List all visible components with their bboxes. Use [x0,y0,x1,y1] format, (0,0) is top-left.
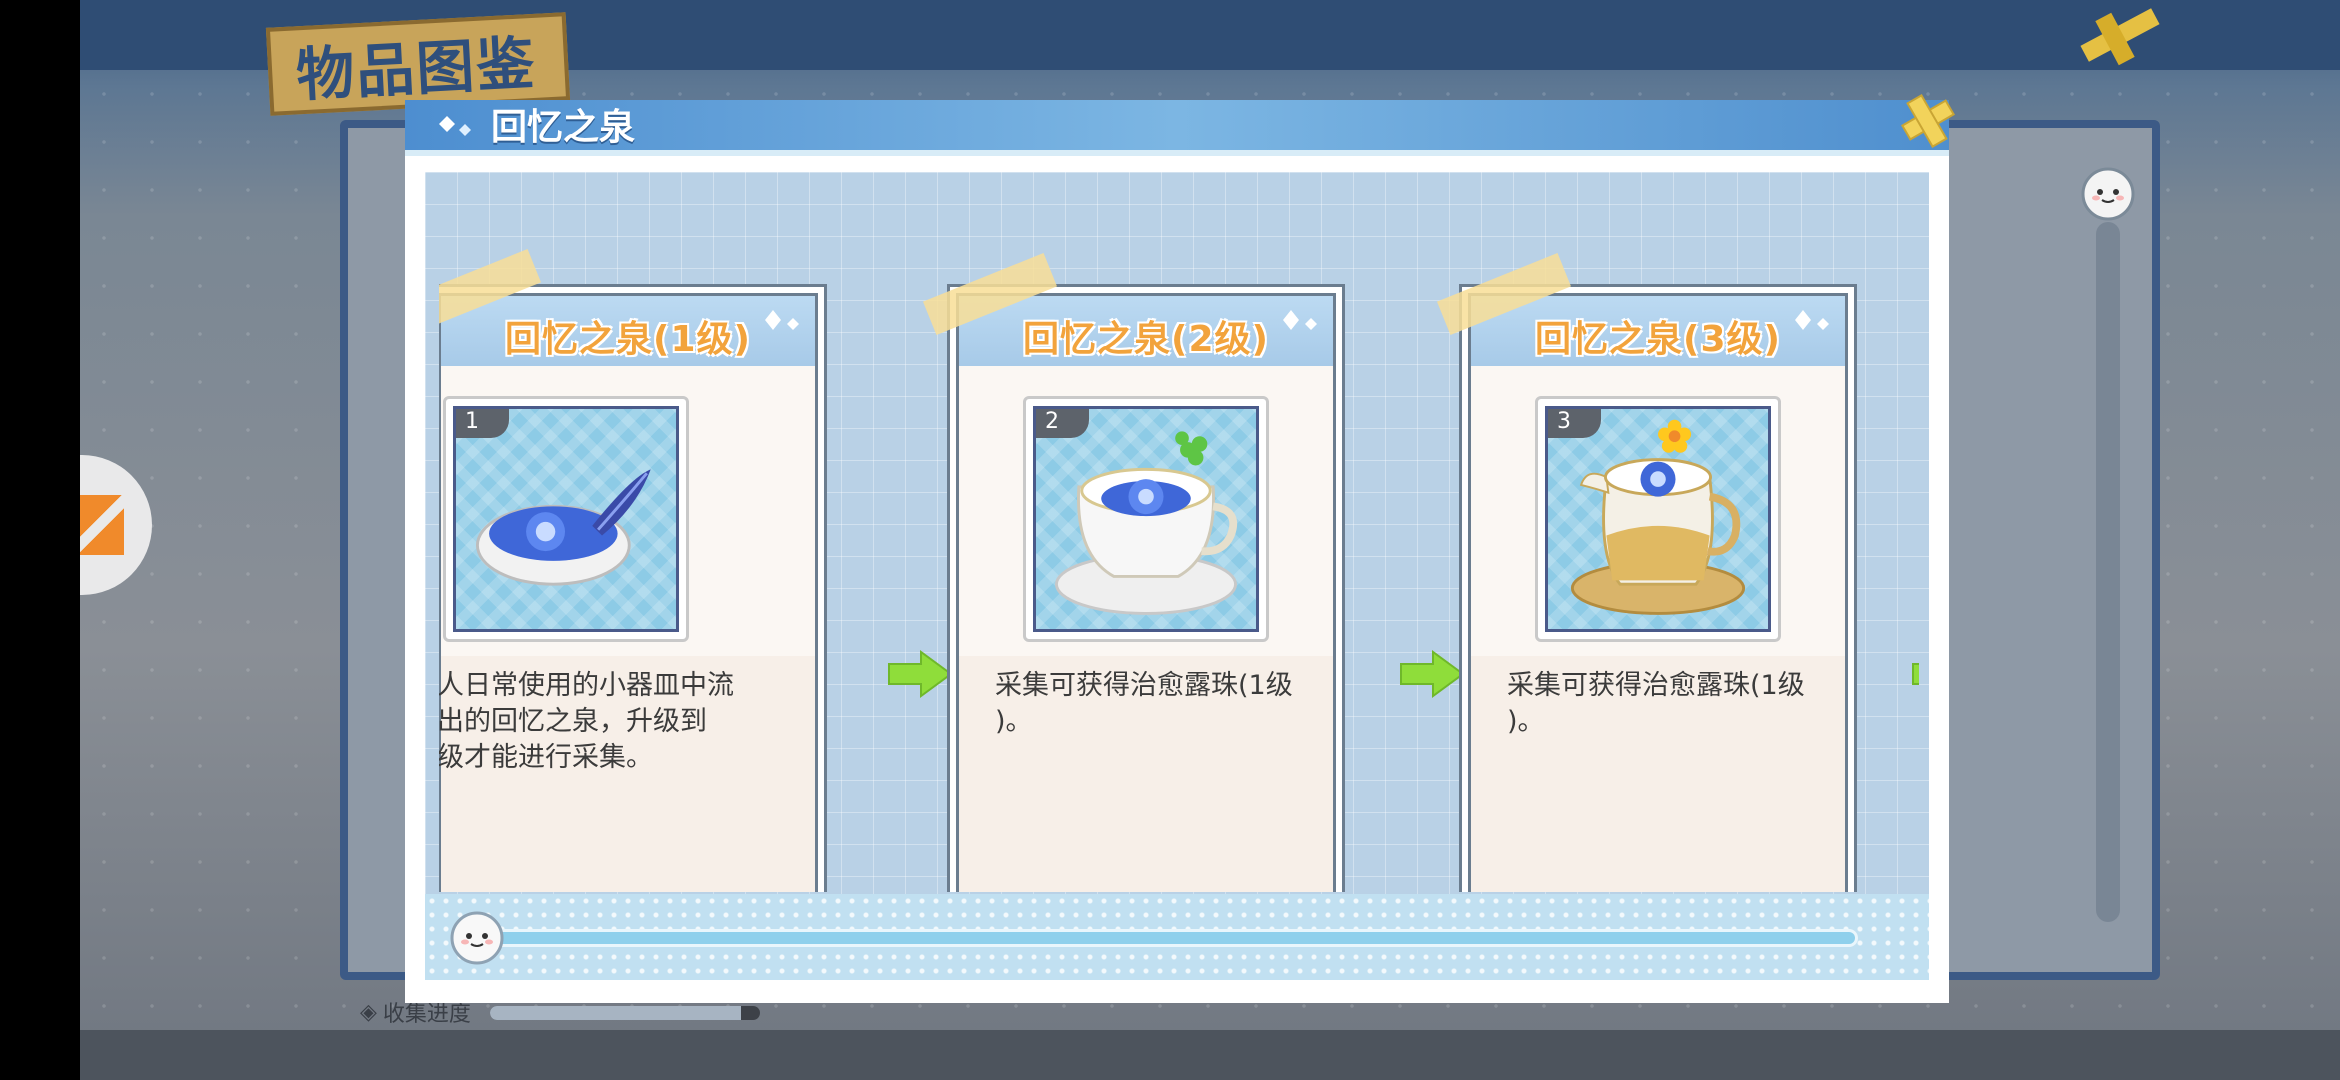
item-image-frame: 2 [1023,396,1269,642]
diamond-decoration-icon [439,116,471,136]
mascot-scroll-knob-icon[interactable] [2080,166,2136,222]
mascot-slider-knob-icon[interactable] [449,910,505,966]
pitcher-with-flower-icon [1570,419,1746,615]
card-header: 回忆之泉(1级) [441,296,815,366]
item-image-frame: 1 [443,396,689,642]
pin-decoration-icon [2080,8,2160,66]
sparkle-icon [765,310,799,330]
collection-progress-fill [490,1006,742,1020]
upgrade-arrow-icon [888,650,953,698]
level-badge: 3 [1548,409,1601,438]
item-card-level-1[interactable]: 回忆之泉(1级) 1 人日常使用的小器皿中流 出的回忆之泉，升级到 级才能进行采… [439,284,827,892]
bottom-bar [80,1030,2340,1080]
item-card-level-3[interactable]: 回忆之泉(3级) 3 采集可获得治愈露珠(1级)。 [1459,284,1857,892]
sparkle-icon [1795,310,1829,330]
item-detail-dialog: 回忆之泉 回忆之泉(1级) 1 人日常使用的小器皿中流 出的回忆之泉，升级到 级… [405,93,1956,1003]
sparkle-icon [1283,310,1317,330]
card-title: 回忆之泉(3级) [1535,319,1781,360]
collection-icon: ◈ [360,999,377,1025]
upgrade-arrow-icon [1400,650,1465,698]
level-badge: 2 [1036,409,1089,438]
level-badge: 1 [456,409,509,438]
card-description: 采集可获得治愈露珠(1级 )。 [1507,670,1805,737]
teacup-with-clover-icon [1054,431,1238,615]
catalog-scrollbar[interactable] [2096,222,2120,922]
close-icon[interactable] [1891,86,1961,156]
card-description: 人日常使用的小器皿中流 出的回忆之泉，升级到 级才能进行采集。 [439,670,734,773]
dialog-header: 回忆之泉 [405,100,1949,156]
card-header: 回忆之泉(3级) [1471,296,1845,366]
upgrade-arrow-icon [1912,663,1919,685]
card-description: 采集可获得治愈露珠(1级 )。 [995,670,1293,737]
item-image-frame: 3 [1535,396,1781,642]
item-card-level-2[interactable]: 回忆之泉(2级) 2 采集可获得治愈露珠(1级)。 [947,284,1345,892]
dialog-body: 回忆之泉(1级) 1 人日常使用的小器皿中流 出的回忆之泉，升级到 级才能进行采… [425,172,1929,980]
dialog-footer [425,894,1929,980]
side-logo-icon [80,495,124,555]
card-header: 回忆之泉(2级) [959,296,1333,366]
collection-progress-bar [490,1006,760,1020]
carousel-slider-track[interactable] [485,932,1855,944]
dialog-title: 回忆之泉 [491,107,636,148]
card-title: 回忆之泉(2级) [1023,319,1269,360]
card-carousel[interactable]: 回忆之泉(1级) 1 人日常使用的小器皿中流 出的回忆之泉，升级到 级才能进行采… [439,172,1919,892]
bowl-with-feather-icon [475,469,651,586]
card-title: 回忆之泉(1级) [505,319,751,360]
